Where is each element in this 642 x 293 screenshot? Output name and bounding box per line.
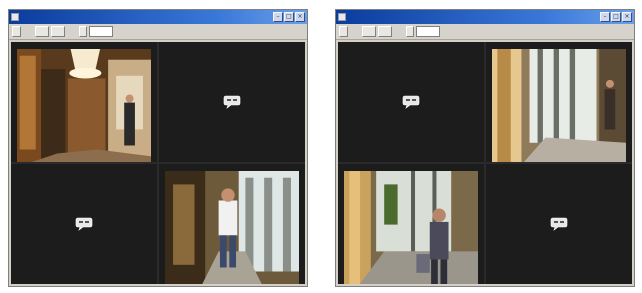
toolbar — [336, 24, 634, 40]
toolbar — [9, 24, 307, 40]
maximize-icon[interactable]: □ — [611, 12, 621, 22]
camera-pane-3[interactable] — [11, 164, 157, 284]
close-icon[interactable]: × — [622, 12, 632, 22]
speech-bubble-icon — [402, 95, 420, 109]
camera-pane-1[interactable] — [338, 42, 484, 162]
camera-pane-4[interactable] — [486, 164, 632, 284]
camera-feed-lobby — [17, 49, 151, 162]
camera-pane-3[interactable] — [338, 164, 484, 284]
minimize-icon[interactable]: – — [600, 12, 610, 22]
toolbar-button-3[interactable] — [378, 26, 392, 37]
camera-feed-corridor — [165, 171, 299, 284]
app-icon — [11, 13, 19, 21]
camera-feed-entrance — [344, 171, 478, 284]
toolbar-button-2[interactable] — [35, 26, 49, 37]
toolbar-button-4[interactable] — [406, 26, 414, 37]
camera-pane-1[interactable] — [11, 42, 157, 162]
app-icon — [338, 13, 346, 21]
viewer-window-right: – □ × — [335, 9, 635, 287]
camera-grid — [11, 42, 305, 284]
camera-pane-2[interactable] — [159, 42, 305, 162]
camera-pane-4[interactable] — [159, 164, 305, 284]
title-bar[interactable]: – □ × — [9, 10, 307, 24]
layout-select[interactable] — [89, 26, 113, 37]
toolbar-button-1[interactable] — [339, 26, 348, 37]
toolbar-button-4[interactable] — [79, 26, 87, 37]
speech-bubble-icon — [550, 217, 568, 231]
camera-grid — [338, 42, 632, 284]
minimize-icon[interactable]: – — [273, 12, 283, 22]
layout-select[interactable] — [416, 26, 440, 37]
window-controls: – □ × — [600, 12, 632, 22]
title-bar[interactable]: – □ × — [336, 10, 634, 24]
toolbar-button-1[interactable] — [12, 26, 21, 37]
window-controls: – □ × — [273, 12, 305, 22]
maximize-icon[interactable]: □ — [284, 12, 294, 22]
close-icon[interactable]: × — [295, 12, 305, 22]
speech-bubble-icon — [223, 95, 241, 109]
camera-pane-2[interactable] — [486, 42, 632, 162]
viewer-window-left: – □ × — [8, 9, 308, 287]
speech-bubble-icon — [75, 217, 93, 231]
toolbar-button-3[interactable] — [51, 26, 65, 37]
toolbar-button-2[interactable] — [362, 26, 376, 37]
camera-feed-hall — [492, 49, 626, 162]
